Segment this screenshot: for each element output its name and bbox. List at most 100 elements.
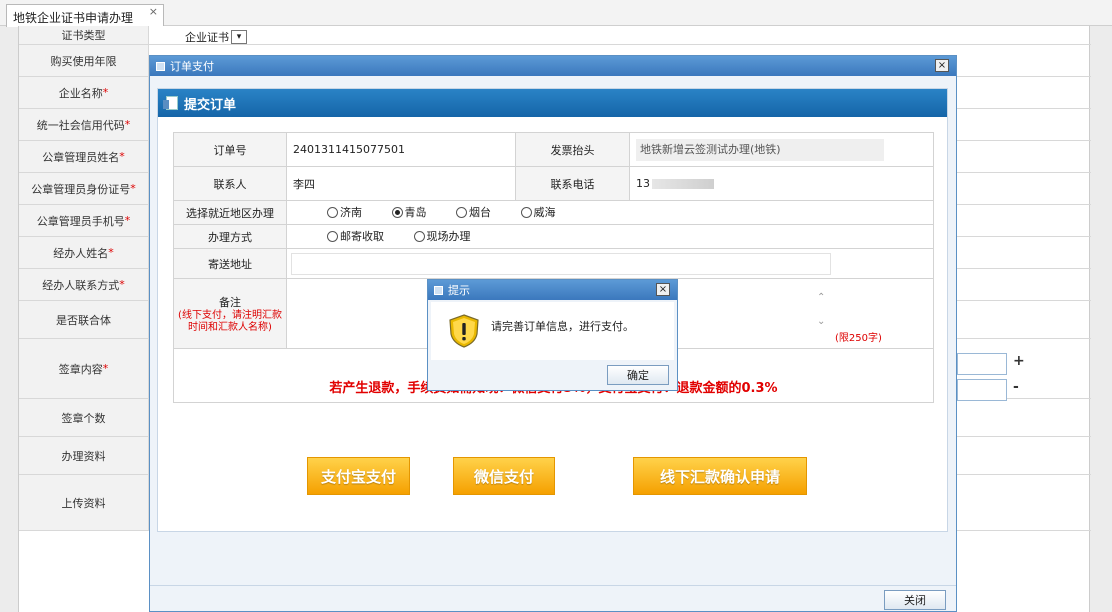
contact-label: 联系人 [173,166,287,201]
form-row-label-text: 统一社会信用代码 [36,118,125,132]
method-label: 办理方式 [173,224,287,249]
window-icon [156,61,165,71]
radio-label: 邮寄收取 [340,230,384,244]
radio-region-jinan[interactable]: 济南 [327,204,362,220]
form-row-label-text: 证书类型 [61,29,106,42]
contact-value: 李四 [286,166,516,201]
phone-label: 联系电话 [515,166,630,201]
radio-label: 青岛 [404,206,427,220]
radio-method-mail[interactable]: 邮寄收取 [327,228,384,244]
chevron-down-icon[interactable]: ▾ [231,30,247,44]
cert-type-select[interactable]: 企业证书 ▾ [185,29,247,45]
dialog-close-icon[interactable]: × [935,59,949,72]
radio-method-onsite[interactable]: 现场办理 [413,228,471,244]
radio-circle[interactable] [327,230,338,242]
form-row-label: 证书类型 [19,26,149,44]
invoice-value[interactable]: 地铁新增云签测试办理(地铁) [636,138,884,161]
tab-close-icon[interactable]: × [149,5,158,18]
form-row-label-text: 企业名称 [58,86,103,100]
radio-circle-checked[interactable] [391,206,403,218]
method-options: 邮寄收取 现场办理 [286,224,934,249]
form-row-label: 公章管理员手机号 * [19,205,149,236]
table-row: 寄送地址 [173,248,934,279]
form-row-label: 办理资料 [19,437,149,474]
minus-icon[interactable]: - [1013,379,1019,395]
table-row: 办理方式 邮寄收取 现场办理 [173,224,934,249]
dialog-footer: 关闭 [150,585,956,611]
form-row-label: 企业名称 * [19,77,149,108]
form-row-label: 统一社会信用代码 * [19,109,149,140]
form-row-label-text: 公章管理员姓名 [42,150,120,164]
table-row: 订单号 2401311415077501 发票抬头 地铁新增云签测试办理(地铁) [173,132,934,167]
invoice-label: 发票抬头 [515,132,630,167]
phone-value: 13 [636,177,650,190]
radio-circle[interactable] [456,206,467,218]
table-row: 联系人 李四 联系电话 13 [173,166,934,201]
form-row-label: 经办人姓名 * [19,237,149,268]
address-cell [286,248,934,279]
alert-body: 请完善订单信息，进行支付。 [431,302,674,360]
plus-icon[interactable]: + [1013,353,1025,369]
order-no-label: 订单号 [173,132,287,167]
close-button[interactable]: 关闭 [884,590,946,610]
alert-ok-button[interactable]: 确定 [607,365,669,385]
form-row-label-text: 签章个数 [61,411,106,425]
region-label: 选择就近地区办理 [173,200,287,225]
scroll-up-icon[interactable]: ⌃ [817,292,825,303]
radio-region-qingdao[interactable]: 青岛 [391,204,427,220]
offline-transfer-button[interactable]: 线下汇款确认申请 [633,457,807,495]
section-header: 提交订单 [158,89,947,117]
radio-label: 现场办理 [426,230,471,244]
dialog-titlebar[interactable]: 订单支付 [150,56,956,76]
alert-title: 提示 [448,284,470,297]
form-row-label-text: 公章管理员身份证号 [31,182,131,196]
form-row-label: 购买使用年限 [19,45,149,76]
tab-bar: 地铁企业证书申请办理 × [0,0,1112,27]
form-row-label-text: 公章管理员手机号 [36,214,125,228]
form-row-label-text: 签章内容 [58,362,103,376]
alipay-button[interactable]: 支付宝支付 [307,457,410,495]
required-mark: * [124,214,131,227]
radio-region-yantai[interactable]: 烟台 [456,204,491,220]
required-mark: * [119,278,125,291]
form-row-label-text: 经办人姓名 [53,246,109,260]
alert-close-icon[interactable]: × [656,283,670,296]
seal-content-input-1[interactable] [957,353,1007,375]
radio-circle[interactable] [520,206,532,218]
seal-content-input-2[interactable] [957,379,1007,401]
cert-type-value: 企业证书 [185,31,229,44]
required-mark: * [119,150,125,163]
radio-region-weihai[interactable]: 威海 [520,204,556,220]
form-row-label: 签章个数 [19,399,149,436]
radio-circle[interactable] [327,206,338,218]
form-row-label-text: 上传资料 [61,496,106,510]
required-mark: * [102,86,109,99]
scroll-down-icon[interactable]: ⌄ [817,316,825,327]
warning-shield-icon [449,314,479,348]
alert-titlebar[interactable]: 提示 [428,280,677,300]
required-mark: * [124,118,131,131]
radio-circle[interactable] [413,230,425,242]
window-icon [434,285,443,295]
required-mark: * [102,362,109,375]
tab-enterprise-cert[interactable]: 地铁企业证书申请办理 × [6,4,164,27]
required-mark: * [130,182,136,195]
form-row-label: 上传资料 [19,475,149,530]
form-row: 证书类型 企业证书 ▾ [19,26,1091,45]
order-no-value: 2401311415077501 [286,132,516,167]
remark-label: 备注 [219,295,241,309]
form-row-label: 公章管理员身份证号 * [19,173,149,204]
form-row-label-text: 办理资料 [61,449,106,463]
phone-cell: 13 [629,166,934,201]
phone-masked [652,179,714,189]
address-input[interactable] [291,252,831,275]
form-row-label: 经办人联系方式 * [19,269,149,300]
payment-buttons: 支付宝支付 微信支付 线下汇款确认申请 [158,457,949,497]
alert-dialog: 提示 × 请完善订单信息，进行支付。 确定 [427,279,678,391]
required-mark: * [108,246,114,259]
form-row-label-text: 是否联合体 [56,313,111,327]
wechat-pay-button[interactable]: 微信支付 [453,457,555,495]
form-row-label: 签章内容 * [19,339,149,398]
alert-message: 请完善订单信息，进行支付。 [491,320,634,333]
radio-label: 烟台 [469,206,491,220]
